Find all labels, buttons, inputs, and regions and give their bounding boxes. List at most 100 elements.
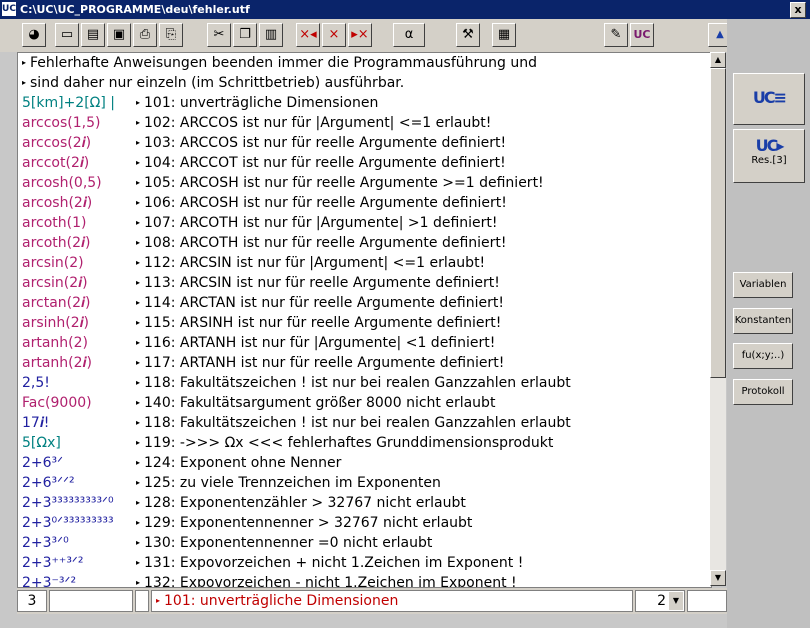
delete-right-icon: ▸× (351, 27, 369, 42)
delete-button[interactable]: × (322, 23, 346, 47)
expression[interactable]: arccos(1,5) (22, 113, 100, 133)
error-message: ▸ 107: ARCOTH ist nur für |Argumente| >1 … (136, 213, 498, 233)
right-panel: UC≡ UC▸ Res.[3] Variablen Konstanten fu(… (727, 19, 810, 628)
expression[interactable]: 5[km]+2[Ω] | (22, 93, 115, 113)
bullet-triangle-icon: ▸ (136, 558, 141, 567)
bullet-triangle-icon: ▸ (136, 398, 141, 407)
expression[interactable]: 5[Ωx] (22, 433, 61, 453)
brush-icon: ✎ (610, 27, 622, 42)
tools-button[interactable]: ⚒ (456, 23, 480, 47)
expression[interactable]: Fac(9000) (22, 393, 92, 413)
expression[interactable]: 2+6³ᐟᐟ² (22, 473, 75, 493)
konstanten-button[interactable]: Konstanten (733, 308, 793, 334)
expression[interactable]: 2,5! (22, 373, 50, 393)
expression[interactable]: arctan(2𝒊) (22, 293, 90, 313)
line-number-field[interactable]: 3 (17, 590, 47, 612)
uc-logo-button[interactable]: UC (630, 23, 654, 47)
bullet-triangle-icon: ▸ (136, 538, 141, 547)
bullet-triangle-icon: ▸ (136, 138, 141, 147)
expression[interactable]: arsinh(2𝒊) (22, 313, 89, 333)
copy-button[interactable]: ❐ (233, 23, 257, 47)
close-button[interactable]: x (790, 2, 806, 18)
error-message: ▸ 103: ARCCOS ist nur für reelle Argument… (136, 133, 506, 153)
results-button[interactable]: UC▸ Res.[3] (733, 129, 805, 183)
expression[interactable]: 2+6³ᐟ (22, 453, 63, 473)
error-message: ▸ 124: Exponent ohne Nenner (136, 453, 341, 473)
expression[interactable]: 2+3⁺⁺³ᐟ² (22, 553, 83, 573)
expression[interactable]: 2+3³ᐟ⁰ (22, 533, 69, 553)
intro-line: ▸ sind daher nur einzeln (im Schrittbetri… (22, 73, 404, 93)
error-message-text: 103: ARCCOS ist nur für reelle Argumente… (144, 135, 507, 151)
expression[interactable]: arccos(2𝒊) (22, 133, 91, 153)
expression[interactable]: 2+3⁻³ᐟ² (22, 573, 76, 587)
intro-line: ▸ Fehlerhafte Anweisungen beenden immer d… (22, 53, 537, 73)
error-message: ▸ 125: zu viele Trennzeichen im Exponente… (136, 473, 441, 493)
error-message: ▸ 116: ARTANH ist nur für |Argumente| <1 … (136, 333, 495, 353)
expression[interactable]: arcoth(2𝒊) (22, 233, 90, 253)
print-button[interactable]: ⎙ (133, 23, 157, 47)
alpha-icon: α (404, 27, 414, 42)
printer-setup-button[interactable]: ⎘ (159, 23, 183, 47)
expression[interactable]: arcsin(2) (22, 253, 84, 273)
status-message: ▸ 101: unverträgliche Dimensionen (151, 590, 633, 612)
expression[interactable]: arcosh(0,5) (22, 173, 102, 193)
open-folder-button[interactable]: ▭ (55, 23, 79, 47)
error-message: ▸ 118: Fakultätszeichen ! ist nur bei rea… (136, 413, 571, 433)
expression[interactable]: arcoth(1) (22, 213, 86, 233)
expression[interactable]: artanh(2𝒊) (22, 353, 92, 373)
bullet-triangle-icon: ▸ (136, 178, 141, 187)
error-message-text: 125: zu viele Trennzeichen im Exponenten (144, 475, 441, 491)
paste-button[interactable]: ▥ (259, 23, 283, 47)
globe-button[interactable]: ◕ (22, 23, 46, 47)
bullet-triangle-icon: ▸ (136, 278, 141, 287)
expression[interactable]: 2+3⁰ᐟ³³³³³³³³³ (22, 513, 114, 533)
error-message-text: 114: ARCTAN ist nur für reelle Argumente… (144, 295, 504, 311)
delete-right-button[interactable]: ▸× (348, 23, 372, 47)
uc-menu-icon: UC≡ (752, 88, 787, 107)
error-message-text: 129: Exponentennenner > 32767 nicht erla… (144, 515, 473, 531)
new-file-button[interactable]: ▤ (81, 23, 105, 47)
vertical-scrollbar[interactable]: ▲ ▼ (710, 52, 726, 586)
delete-left-button[interactable]: ×◂ (296, 23, 320, 47)
brush-button[interactable]: ✎ (604, 23, 628, 47)
protokoll-button[interactable]: Protokoll (733, 379, 793, 405)
scroll-thumb[interactable] (710, 68, 726, 378)
print-icon: ⎙ (139, 27, 151, 42)
bullet-triangle-icon: ▸ (136, 378, 141, 387)
variablen-button[interactable]: Variablen (733, 272, 793, 298)
error-message: ▸ 104: ARCCOT ist nur für reelle Argument… (136, 153, 506, 173)
expression[interactable]: arcsin(2𝒊) (22, 273, 88, 293)
error-message-text: 106: ARCOSH ist nur für reelle Argumente… (144, 195, 507, 211)
app-icon: UC (2, 2, 16, 16)
error-message-text: 101: unverträgliche Dimensionen (144, 95, 379, 111)
paste-icon: ▥ (264, 27, 278, 42)
expression[interactable]: 17𝒊! (22, 413, 49, 433)
expression[interactable]: arccot(2𝒊) (22, 153, 89, 173)
cut-button[interactable]: ✂ (207, 23, 231, 47)
cut-icon: ✂ (213, 27, 225, 42)
printer-setup-icon: ⎘ (165, 27, 177, 42)
error-message-text: 124: Exponent ohne Nenner (144, 455, 342, 471)
scroll-up-arrow-icon[interactable]: ▲ (710, 52, 726, 68)
functions-button[interactable]: fu(x;y;..) (733, 343, 793, 369)
error-message-text: 104: ARCCOT ist nur für reelle Argumente… (144, 155, 506, 171)
error-message-text: 118: Fakultätszeichen ! ist nur bei real… (144, 375, 571, 391)
error-message-text: 105: ARCOSH ist nur für reelle Argumente… (144, 175, 544, 191)
alpha-button[interactable]: α (393, 23, 425, 47)
scroll-down-arrow-icon[interactable]: ▼ (710, 570, 726, 586)
expression[interactable]: artanh(2) (22, 333, 88, 353)
bus-button[interactable]: ▦ (492, 23, 516, 47)
result-count-select[interactable]: 2 ▼ (635, 590, 685, 612)
chevron-down-icon[interactable]: ▼ (669, 592, 683, 610)
save-button[interactable]: ▣ (107, 23, 131, 47)
error-message: ▸ 101: unverträgliche Dimensionen (136, 93, 378, 113)
expression[interactable]: arcosh(2𝒊) (22, 193, 92, 213)
bullet-triangle-icon: ▸ (136, 198, 141, 207)
uc-menu-button[interactable]: UC≡ (733, 73, 805, 125)
error-message: ▸ 102: ARCCOS ist nur für |Argument| <=1 … (136, 113, 491, 133)
status-bar: 3 ▸ 101: unverträgliche Dimensionen 2 ▼ (17, 588, 727, 614)
expression[interactable]: 2+3³³³³³³³³³ᐟ⁰ (22, 493, 114, 513)
error-message-text: 116: ARTANH ist nur für |Argumente| <1 d… (144, 335, 496, 351)
toolbar: ◕ ▭ ▤ ▣ ⎙ ⎘ ✂ ❐ ▥ ×◂ × ▸× α ⚒ ▦ ✎ UC ▲ (0, 19, 732, 52)
editor[interactable]: ▸ Fehlerhafte Anweisungen beenden immer d… (17, 52, 712, 588)
